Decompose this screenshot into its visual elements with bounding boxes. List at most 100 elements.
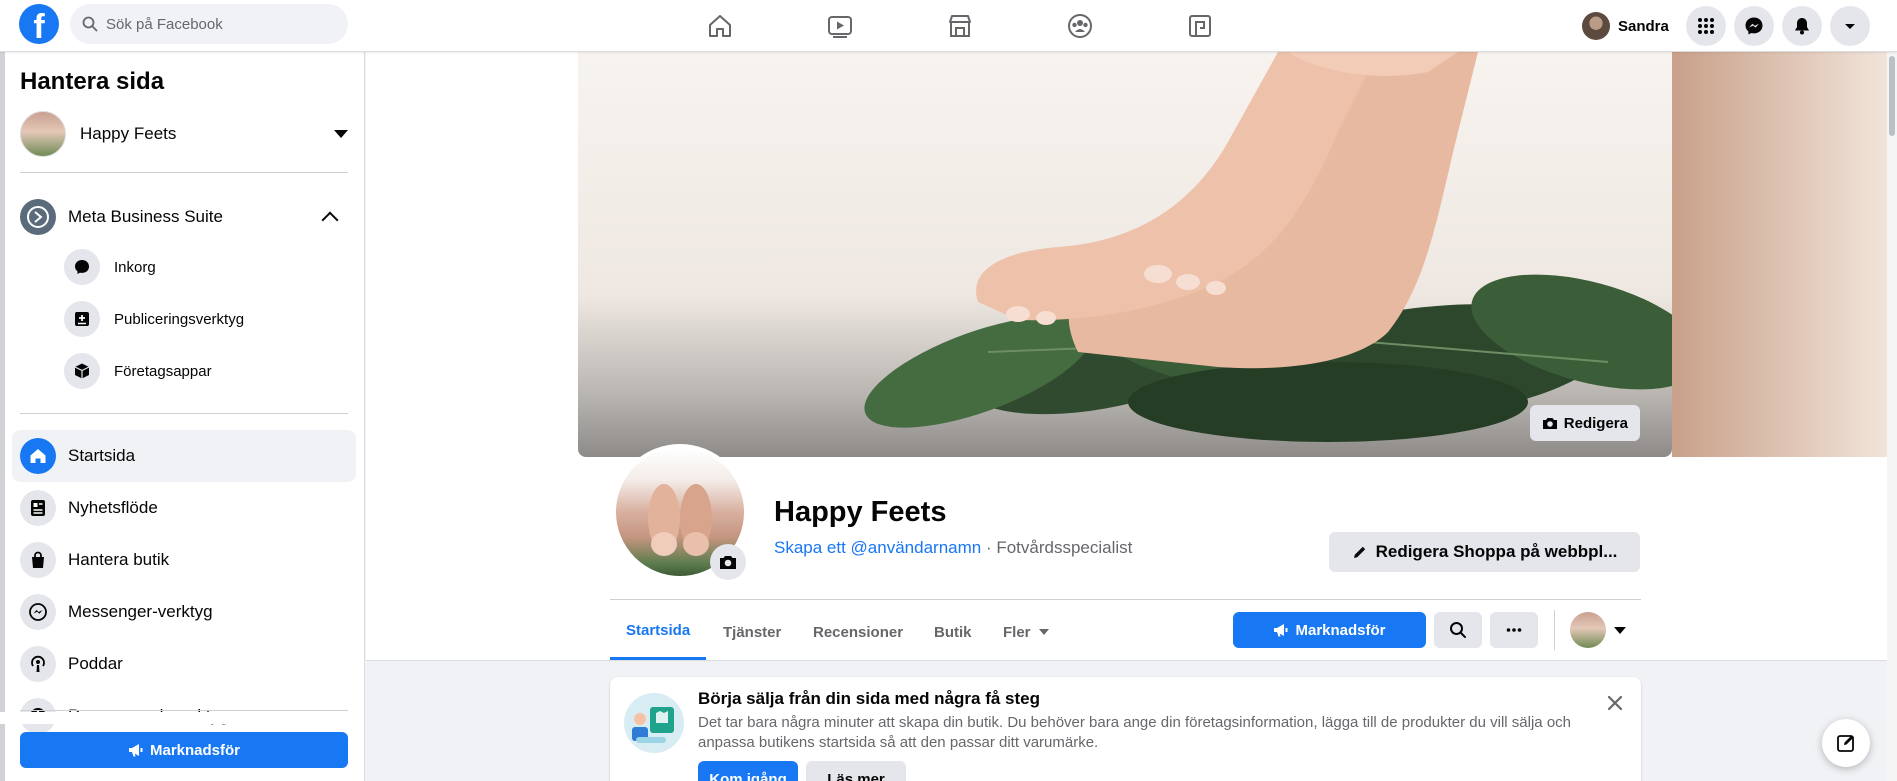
home-icon [20, 438, 56, 474]
caret-down-icon [334, 130, 348, 138]
camera-icon [720, 556, 736, 569]
business-apps-icon [64, 353, 100, 389]
page-switcher[interactable]: Happy Feets [20, 108, 348, 160]
tab-reviews[interactable]: Recensioner [797, 604, 919, 660]
more-dots-icon [1506, 628, 1522, 632]
sidebar-item-label: Publiceringsverktyg [114, 310, 245, 328]
sidebar-promote-label: Marknadsför [149, 741, 241, 759]
sidebar-item-label: Startsida [68, 446, 136, 465]
sidebar-title: Hantera sida [20, 68, 165, 95]
top-navigation-bar: f Sandra [0, 0, 1897, 52]
business-suite-toggle[interactable]: Meta Business Suite [20, 194, 348, 240]
manage-page-sidebar: Hantera sida Happy Feets Meta Business S… [0, 52, 365, 781]
nav-groups[interactable] [1020, 0, 1140, 52]
cover-photo[interactable]: Redigera [578, 52, 1672, 457]
grid-menu-icon [1698, 18, 1714, 34]
gaming-icon [1189, 15, 1211, 37]
publishing-tools-icon [64, 301, 100, 337]
search-input[interactable] [106, 15, 326, 33]
pencil-icon [1353, 546, 1365, 558]
new-message-button[interactable] [1822, 719, 1870, 767]
sidebar-promote-button[interactable]: Marknadsför [20, 732, 348, 768]
scrollbar-thumb[interactable] [1889, 56, 1895, 136]
nav-watch[interactable] [780, 0, 900, 52]
messenger-button[interactable] [1734, 6, 1774, 46]
sidebar-item-label: Messenger-verktyg [68, 602, 213, 621]
nav-marketplace[interactable] [900, 0, 1020, 52]
feet-illustration [976, 52, 1478, 369]
sidebar-item-inbox[interactable]: Inkorg [64, 245, 156, 289]
more-options-button[interactable] [1490, 612, 1538, 648]
tab-shop[interactable]: Butik [918, 604, 988, 660]
account-menu-button[interactable] [1830, 6, 1870, 46]
tab-services[interactable]: Tjänster [707, 604, 797, 660]
sidebar-item-label: Poddar [68, 654, 123, 673]
edit-shop-button[interactable]: Redigera Shoppa på webbpl... [1329, 532, 1640, 572]
sidebar-item-manage-shop[interactable]: Hantera butik [12, 534, 356, 586]
create-username-link[interactable]: Skapa ett @användarnamn [774, 538, 981, 557]
marketplace-icon [949, 15, 971, 37]
learn-more-button[interactable]: Läs mer [806, 761, 906, 781]
get-started-button[interactable]: Kom igång [698, 761, 798, 781]
promote-label: Marknadsför [1295, 621, 1386, 639]
home-icon [709, 15, 731, 37]
megaphone-icon [128, 744, 143, 757]
sidebar-edge [0, 52, 5, 781]
menu-button[interactable] [1686, 6, 1726, 46]
avatar [1582, 12, 1610, 40]
tab-label: Butik [934, 623, 972, 641]
sidebar-item-business-apps[interactable]: Företagsappar [64, 349, 212, 393]
sidebar-item-podcasts[interactable]: Poddar [12, 638, 356, 690]
sidebar-item-label: Hantera butik [68, 550, 170, 569]
search-box[interactable] [70, 4, 348, 44]
search-icon [82, 16, 98, 32]
news-feed-icon [20, 490, 56, 526]
sidebar-item-label: Inkorg [114, 258, 156, 276]
sidebar-item-news-feed[interactable]: Nyhetsflöde [12, 482, 356, 534]
bell-icon [1795, 18, 1809, 35]
nav-home[interactable] [660, 0, 780, 52]
user-name: Sandra [1618, 17, 1669, 35]
tab-label: Fler [1003, 623, 1031, 641]
sidebar-divider [20, 710, 348, 711]
tab-more[interactable]: Fler [987, 604, 1065, 660]
caret-down-icon [1614, 626, 1626, 634]
change-profile-picture-button[interactable] [710, 544, 746, 580]
facebook-logo-icon[interactable]: f [19, 4, 59, 44]
tabs-divider [610, 599, 1641, 600]
watch-icon [828, 16, 852, 38]
chat-bubble-icon [64, 249, 100, 285]
chevron-up-icon [321, 211, 339, 229]
profile-switch-button[interactable] [1570, 610, 1626, 650]
actions-separator [1554, 610, 1555, 650]
search-page-button[interactable] [1434, 612, 1482, 648]
close-icon[interactable] [1603, 691, 1627, 715]
page-avatar [1570, 612, 1606, 648]
shop-illustration-icon [624, 693, 684, 753]
nav-gaming[interactable] [1140, 0, 1260, 52]
cover-background-extension [1672, 52, 1887, 457]
sidebar-item-home[interactable]: Startsida [12, 430, 356, 482]
messenger-icon [20, 594, 56, 630]
page-switcher-name: Happy Feets [80, 124, 177, 143]
tab-label: Recensioner [813, 623, 904, 641]
page-scrollbar[interactable] [1887, 52, 1897, 781]
card-description: Det tar bara några minuter att skapa din… [698, 714, 1572, 751]
tab-home[interactable]: Startsida [610, 604, 707, 660]
sidebar-item-publishing-tools[interactable]: Publiceringsverktyg [64, 297, 244, 341]
compose-icon [1837, 735, 1854, 752]
page-subtitle: Skapa ett @användarnamn · Fotvårdsspecia… [774, 538, 1132, 558]
sidebar-divider [20, 172, 348, 173]
caret-down-icon [1038, 629, 1049, 635]
promote-button[interactable]: Marknadsför [1233, 612, 1426, 648]
sidebar-item-label: Nyhetsflöde [68, 498, 158, 517]
edit-cover-button[interactable]: Redigera [1529, 405, 1640, 441]
megaphone-icon [1274, 624, 1288, 637]
start-selling-card: Börja sälja från din sida med några få s… [610, 677, 1641, 781]
sidebar-item-messenger-tools[interactable]: Messenger-verktyg [12, 586, 356, 638]
shop-bag-icon [20, 542, 56, 578]
profile-chip[interactable]: Sandra [1580, 8, 1675, 44]
card-title: Börja sälja från din sida med några få s… [698, 689, 1040, 708]
page-title: Happy Feets [774, 496, 947, 528]
notifications-button[interactable] [1782, 6, 1822, 46]
